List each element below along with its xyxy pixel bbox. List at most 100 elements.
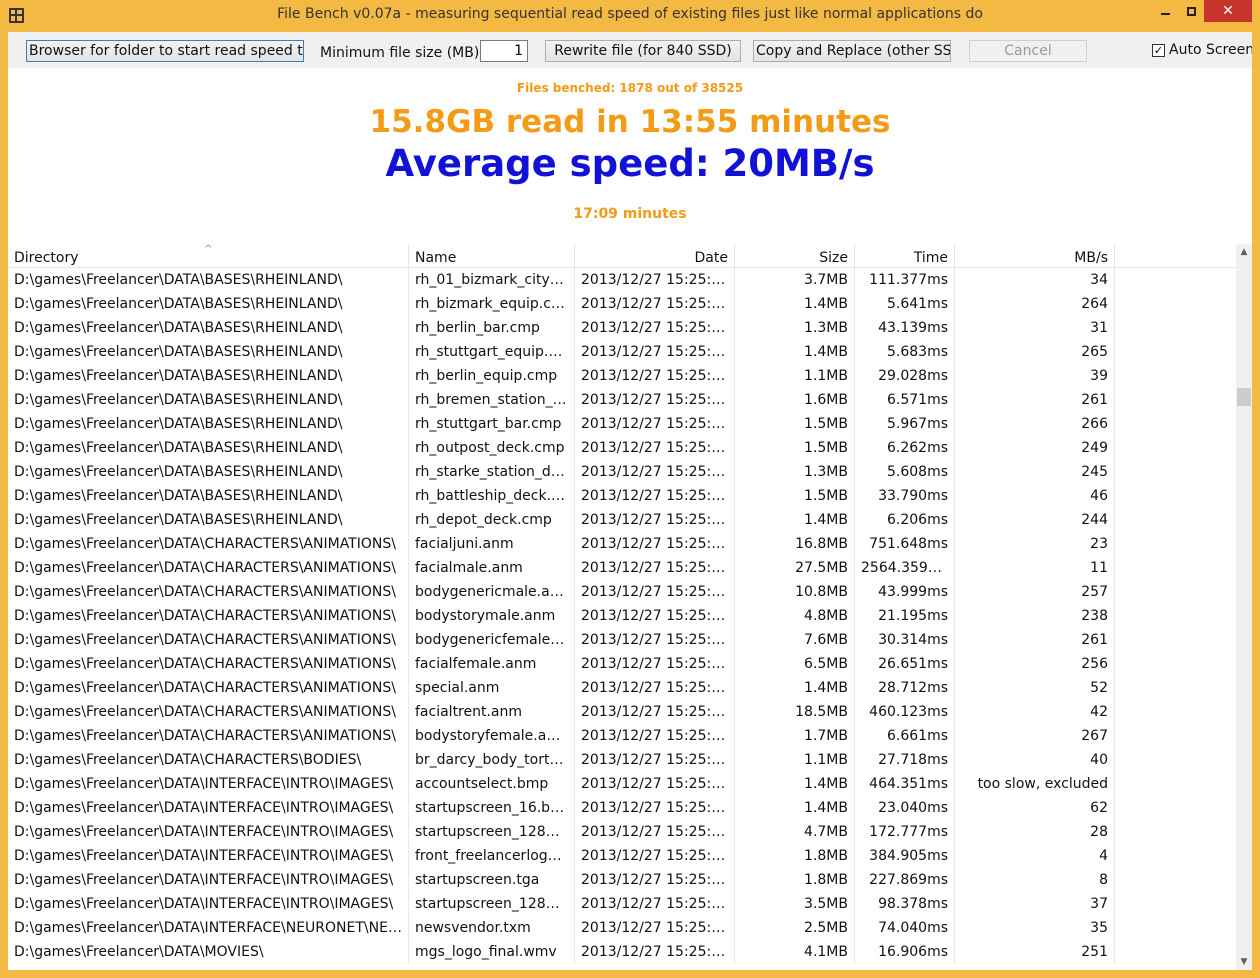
cell-time: 6.206ms — [855, 508, 955, 532]
table-row[interactable]: D:\games\Freelancer\DATA\BASES\RHEINLAND… — [8, 436, 1236, 460]
cell-time: 74.040ms — [855, 916, 955, 940]
cell-directory: D:\games\Freelancer\DATA\INTERFACE\INTRO… — [8, 892, 409, 916]
cell-directory: D:\games\Freelancer\DATA\CHARACTERS\ANIM… — [8, 604, 409, 628]
cell-date: 2013/12/27 15:25:19 — [575, 388, 735, 412]
column-header-date[interactable]: Date — [575, 244, 735, 268]
table-row[interactable]: D:\games\Freelancer\DATA\CHARACTERS\ANIM… — [8, 700, 1236, 724]
table-row[interactable]: D:\games\Freelancer\DATA\INTERFACE\INTRO… — [8, 796, 1236, 820]
cell-size: 4.1MB — [735, 940, 855, 964]
cell-filler — [1115, 868, 1236, 892]
min-file-size-input[interactable]: 1 — [480, 40, 528, 62]
table-row[interactable]: D:\games\Freelancer\DATA\INTERFACE\INTRO… — [8, 868, 1236, 892]
table-row[interactable]: D:\games\Freelancer\DATA\CHARACTERS\ANIM… — [8, 556, 1236, 580]
cell-date: 2013/12/27 15:25:19 — [575, 364, 735, 388]
table-row[interactable]: D:\games\Freelancer\DATA\CHARACTERS\ANIM… — [8, 724, 1236, 748]
cell-date: 2013/12/27 15:25:20 — [575, 580, 735, 604]
cell-mbs: 256 — [955, 652, 1115, 676]
cell-directory: D:\games\Freelancer\DATA\INTERFACE\INTRO… — [8, 820, 409, 844]
cell-time: 16.906ms — [855, 940, 955, 964]
cell-directory: D:\games\Freelancer\DATA\CHARACTERS\ANIM… — [8, 532, 409, 556]
vertical-scrollbar[interactable]: ▲ ▼ — [1236, 244, 1252, 970]
table-row[interactable]: D:\games\Freelancer\DATA\MOVIES\ mgs_logo… — [8, 940, 1236, 964]
table-row[interactable]: D:\games\Freelancer\DATA\INTERFACE\INTRO… — [8, 892, 1236, 916]
table-row[interactable]: D:\games\Freelancer\DATA\INTERFACE\INTRO… — [8, 844, 1236, 868]
cell-size: 1.4MB — [735, 340, 855, 364]
table-row[interactable]: D:\games\Freelancer\DATA\BASES\RHEINLAND… — [8, 484, 1236, 508]
copy-replace-button[interactable]: Copy and Replace (other SSD) — [753, 40, 951, 62]
table-row[interactable]: D:\games\Freelancer\DATA\BASES\RHEINLAND… — [8, 388, 1236, 412]
table-header: Directory ^ Name Date Size Time MB/s — [8, 244, 1236, 268]
table-row[interactable]: D:\games\Freelancer\DATA\BASES\RHEINLAND… — [8, 316, 1236, 340]
cell-time: 6.571ms — [855, 388, 955, 412]
close-button[interactable]: ✕ — [1204, 0, 1252, 22]
table-row[interactable]: D:\games\Freelancer\DATA\BASES\RHEINLAND… — [8, 508, 1236, 532]
cell-mbs: 62 — [955, 796, 1115, 820]
cell-name: bodygenericmale.anm — [409, 580, 575, 604]
cell-filler — [1115, 628, 1236, 652]
column-header-name[interactable]: Name — [409, 244, 575, 268]
column-header-size[interactable]: Size — [735, 244, 855, 268]
sort-ascending-icon: ^ — [204, 244, 213, 255]
cell-size: 1.1MB — [735, 748, 855, 772]
cell-directory: D:\games\Freelancer\DATA\BASES\RHEINLAND… — [8, 484, 409, 508]
cell-filler — [1115, 724, 1236, 748]
cell-mbs: 245 — [955, 460, 1115, 484]
cell-name: facialfemale.anm — [409, 652, 575, 676]
table-row[interactable]: D:\games\Freelancer\DATA\BASES\RHEINLAND… — [8, 460, 1236, 484]
table-row[interactable]: D:\games\Freelancer\DATA\CHARACTERS\ANIM… — [8, 652, 1236, 676]
cell-date: 2013/12/27 15:25:30 — [575, 868, 735, 892]
cell-mbs: 23 — [955, 532, 1115, 556]
browse-folder-button[interactable]: Browser for folder to start read speed t… — [26, 40, 304, 62]
maximize-icon — [1186, 6, 1196, 16]
maximize-button[interactable] — [1178, 0, 1204, 22]
table-row[interactable]: D:\games\Freelancer\DATA\BASES\RHEINLAND… — [8, 268, 1236, 292]
table-row[interactable]: D:\games\Freelancer\DATA\BASES\RHEINLAND… — [8, 364, 1236, 388]
cell-mbs: 39 — [955, 364, 1115, 388]
cell-filler — [1115, 364, 1236, 388]
column-header-time[interactable]: Time — [855, 244, 955, 268]
cell-filler — [1115, 412, 1236, 436]
cell-mbs: 264 — [955, 292, 1115, 316]
column-header-mbs[interactable]: MB/s — [955, 244, 1115, 268]
auto-screens-label[interactable]: Auto Screens — [1169, 42, 1252, 58]
cell-name: front_freelancerlogo.tga — [409, 844, 575, 868]
cell-directory: D:\games\Freelancer\DATA\BASES\RHEINLAND… — [8, 388, 409, 412]
table-row[interactable]: D:\games\Freelancer\DATA\CHARACTERS\BODI… — [8, 748, 1236, 772]
rewrite-file-button[interactable]: Rewrite file (for 840 SSD) — [545, 40, 741, 62]
cell-time: 33.790ms — [855, 484, 955, 508]
cell-mbs: 35 — [955, 916, 1115, 940]
cell-filler — [1115, 292, 1236, 316]
cancel-button[interactable]: Cancel — [969, 40, 1087, 62]
cell-filler — [1115, 892, 1236, 916]
table-row[interactable]: D:\games\Freelancer\DATA\CHARACTERS\ANIM… — [8, 628, 1236, 652]
cell-filler — [1115, 436, 1236, 460]
cell-date: 2013/12/27 15:25:19 — [575, 268, 735, 292]
cell-size: 1.5MB — [735, 412, 855, 436]
cell-date: 2013/12/27 15:25:20 — [575, 724, 735, 748]
table-row[interactable]: D:\games\Freelancer\DATA\INTERFACE\NEURO… — [8, 916, 1236, 940]
table-row[interactable]: D:\games\Freelancer\DATA\CHARACTERS\ANIM… — [8, 580, 1236, 604]
scroll-down-icon[interactable]: ▼ — [1236, 954, 1252, 970]
cell-mbs: 238 — [955, 604, 1115, 628]
cell-date: 2013/12/27 15:25:19 — [575, 460, 735, 484]
cell-date: 2013/12/27 15:25:31 — [575, 916, 735, 940]
table-row[interactable]: D:\games\Freelancer\DATA\CHARACTERS\ANIM… — [8, 604, 1236, 628]
cell-size: 1.4MB — [735, 772, 855, 796]
cell-date: 2013/12/27 15:25:21 — [575, 676, 735, 700]
scrollbar-thumb[interactable] — [1237, 388, 1251, 406]
cell-date: 2013/12/27 15:25:33 — [575, 940, 735, 964]
scroll-up-icon[interactable]: ▲ — [1236, 244, 1252, 260]
table-row[interactable]: D:\games\Freelancer\DATA\BASES\RHEINLAND… — [8, 292, 1236, 316]
cell-directory: D:\games\Freelancer\DATA\CHARACTERS\ANIM… — [8, 700, 409, 724]
auto-screens-checkbox[interactable]: ✓ — [1152, 44, 1165, 57]
title-bar: File Bench v0.07a - measuring sequential… — [0, 0, 1260, 32]
cell-directory: D:\games\Freelancer\DATA\CHARACTERS\ANIM… — [8, 580, 409, 604]
table-row[interactable]: D:\games\Freelancer\DATA\CHARACTERS\ANIM… — [8, 532, 1236, 556]
table-row[interactable]: D:\games\Freelancer\DATA\INTERFACE\INTRO… — [8, 820, 1236, 844]
table-row[interactable]: D:\games\Freelancer\DATA\BASES\RHEINLAND… — [8, 412, 1236, 436]
table-row[interactable]: D:\games\Freelancer\DATA\CHARACTERS\ANIM… — [8, 676, 1236, 700]
table-row[interactable]: D:\games\Freelancer\DATA\INTERFACE\INTRO… — [8, 772, 1236, 796]
results-table: Directory ^ Name Date Size Time MB/s D:\… — [8, 244, 1252, 970]
minimize-button[interactable] — [1152, 0, 1178, 22]
table-row[interactable]: D:\games\Freelancer\DATA\BASES\RHEINLAND… — [8, 340, 1236, 364]
